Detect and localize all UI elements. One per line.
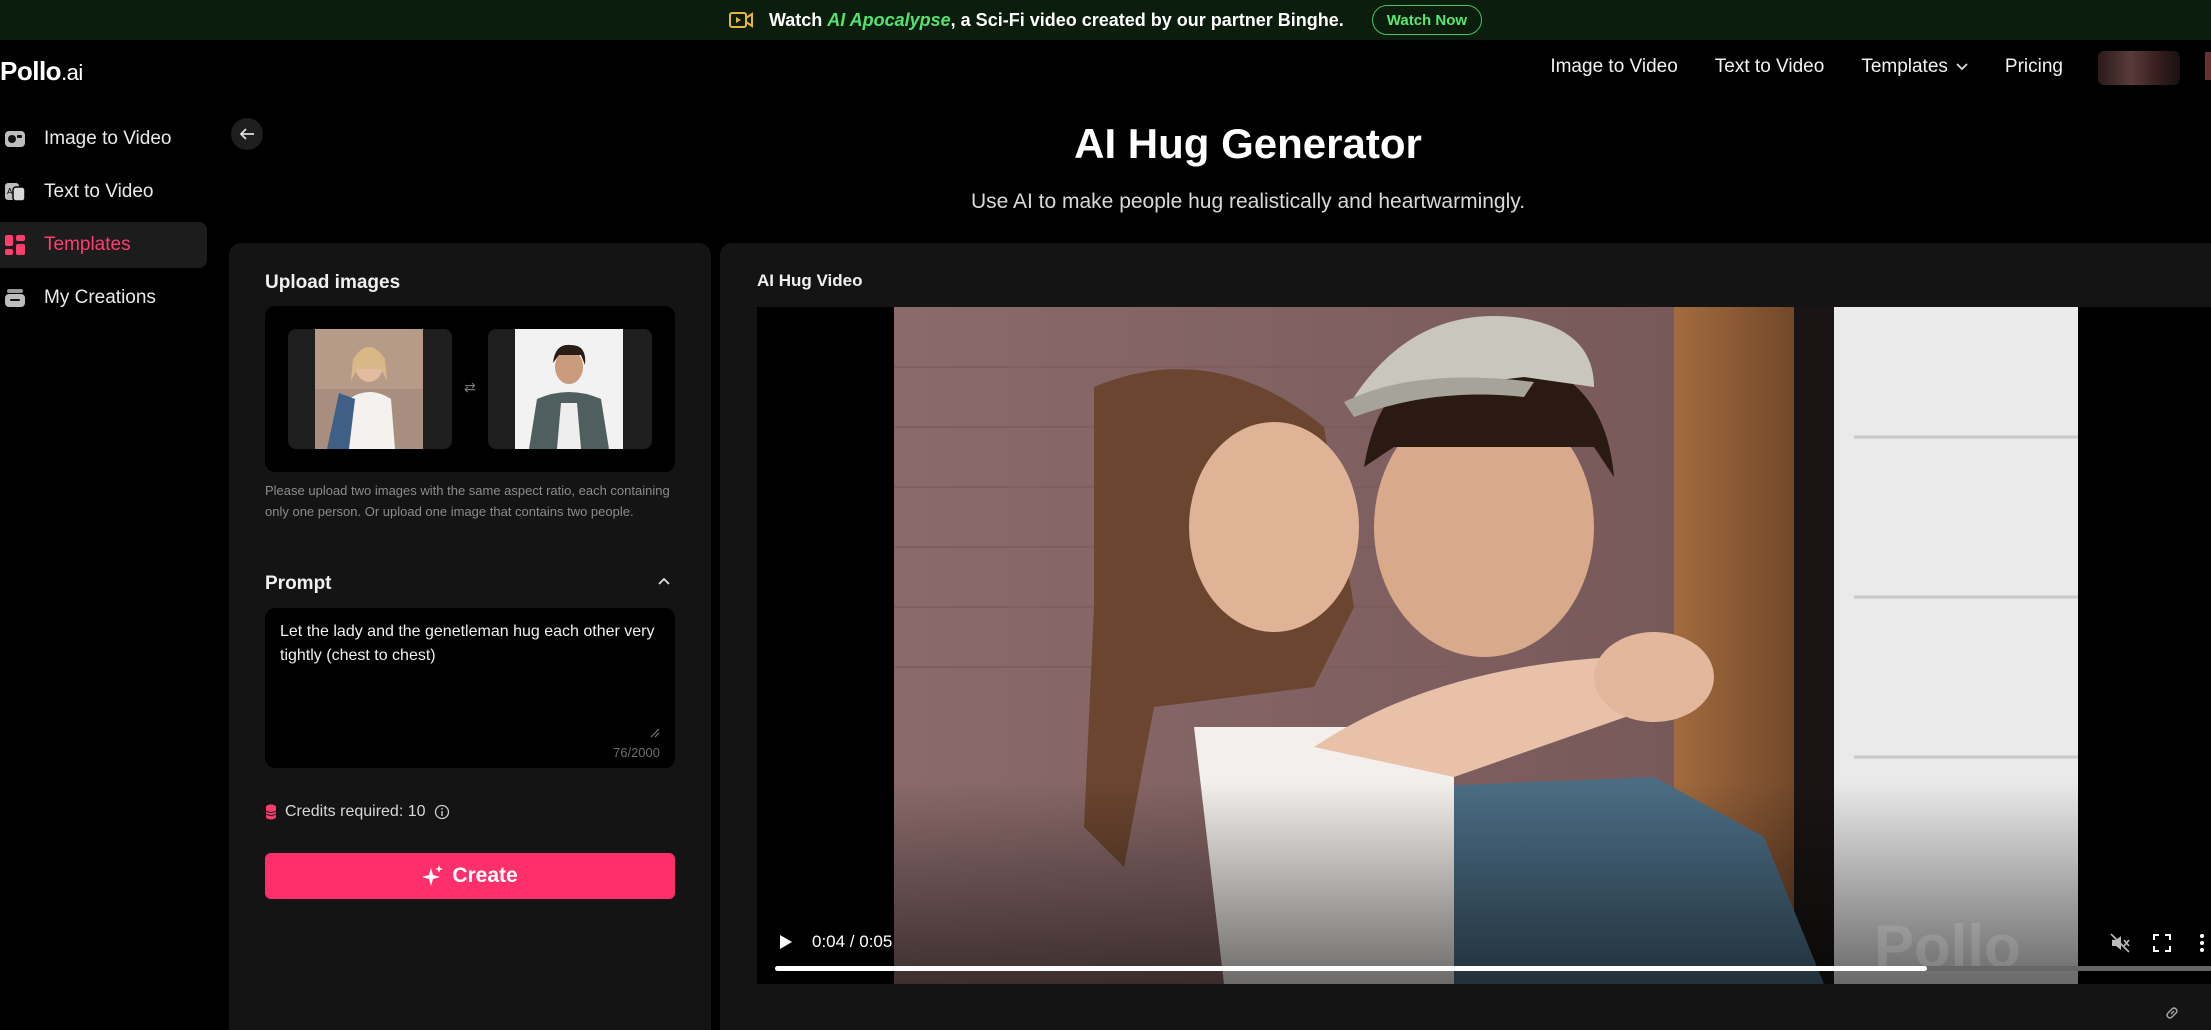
upload-slot-1[interactable] [288,329,452,449]
prompt-char-counter: 76/2000 [613,745,660,760]
video-icon [728,12,753,28]
resize-handle-icon[interactable] [650,728,660,738]
sidebar-item-label: My Creations [44,287,156,308]
result-panel: AI Hug Video Pollo 0:04 / 0:05 [720,243,2211,1030]
upload-slot-2[interactable] [488,329,652,449]
info-icon[interactable] [434,804,450,820]
nav-label: Text to Video [1714,56,1825,77]
more-options-icon[interactable] [2191,932,2211,954]
banner-prefix: Watch [768,9,823,30]
upload-images-box: ⇄ [265,306,675,472]
nav-pricing[interactable]: Pricing [2005,56,2063,78]
chevron-down-icon [1956,63,1968,71]
video-progress-bar[interactable] [775,966,2211,971]
top-header: Pollo.ai Image to Video Text to Video Te… [0,40,2211,98]
video-player[interactable]: Pollo 0:04 / 0:05 [757,307,2211,984]
sidebar-item-templates[interactable]: Templates [0,222,207,268]
video-time: 0:04 / 0:05 [812,932,893,951]
nav-label: Pricing [2004,56,2063,77]
upload-hint: Please upload two images with the same a… [265,483,670,519]
nav-templates[interactable]: Templates [1861,56,1968,78]
credits-icon [265,804,277,820]
video-controls: 0:04 / 0:05 [757,894,2211,984]
promo-banner: Watch AI Apocalypse, a Sci-Fi video crea… [0,0,2211,40]
nav-label: Templates [1861,56,1948,77]
banner-suffix: , a Sci-Fi video created by our partner … [950,9,1344,30]
create-label: Create [452,864,518,887]
prompt-label: Prompt [265,573,332,594]
upload-images-label: Upload images [265,272,401,293]
credits-required: Credits required: 10 [265,803,450,821]
top-nav: Image to Video Text to Video Templates P… [1550,56,2063,78]
logo-main: Pollo [0,56,62,86]
sidebar-item-label: Templates [44,234,131,255]
page-subtitle: Use AI to make people hug realistically … [970,190,1526,213]
nav-image-to-video[interactable]: Image to Video [1550,56,1677,78]
generator-form-panel: Upload images ⇄ Please upload two images [229,243,711,1030]
page-title: AI Hug Generator [1074,120,1422,167]
mute-icon[interactable] [2109,932,2131,954]
logo[interactable]: Pollo.ai [0,56,83,87]
video-progress-fill [775,966,1927,971]
fullscreen-icon[interactable] [2151,932,2173,954]
banner-highlight[interactable]: AI Apocalypse [827,10,950,31]
play-icon[interactable] [779,934,793,950]
creations-icon [5,289,25,307]
link-icon[interactable] [2164,1005,2180,1021]
logo-suffix: .ai [61,60,83,85]
video-frame: Pollo [894,307,2078,984]
templates-icon [5,235,25,255]
swap-icon[interactable]: ⇄ [464,379,476,396]
credits-label: Credits required: 10 [285,803,426,820]
result-label: AI Hug Video [757,271,863,290]
nav-label: Image to Video [1550,56,1678,77]
nav-text-to-video[interactable]: Text to Video [1715,56,1825,78]
avatar-edge [2205,52,2211,80]
uploaded-image-woman [315,329,423,449]
chevron-up-icon[interactable] [656,573,672,589]
avatar[interactable] [2098,51,2180,85]
prompt-textarea[interactable]: Let the lady and the genetleman hug each… [265,608,675,768]
watch-now-button[interactable]: Watch Now [1371,5,1483,35]
prompt-value: Let the lady and the genetleman hug each… [280,623,655,664]
uploaded-image-man [515,329,623,449]
sidebar-item-my-creations[interactable]: My Creations [0,275,207,321]
sparkle-icon [422,865,444,886]
create-button[interactable]: Create [265,853,675,899]
